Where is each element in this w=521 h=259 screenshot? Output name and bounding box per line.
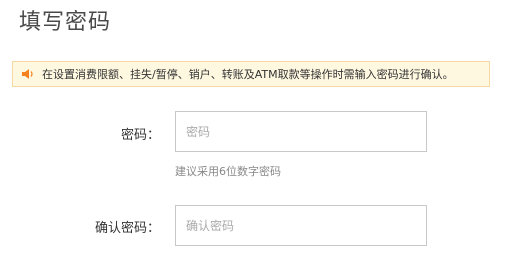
password-label: 密码： [120, 128, 160, 143]
password-hint: 建议采用6位数字密码 [175, 165, 281, 178]
notice-banner: 在设置消费限额、挂失/暂停、销户、转账及ATM取款等操作时需输入密码进行确认。 [12, 61, 490, 87]
speaker-icon [20, 67, 34, 81]
notice-text: 在设置消费限额、挂失/暂停、销户、转账及ATM取款等操作时需输入密码进行确认。 [42, 68, 454, 81]
confirm-password-input[interactable] [175, 205, 427, 246]
confirm-password-label: 确认密码： [94, 221, 160, 236]
password-input[interactable] [175, 111, 427, 152]
page-title: 填写密码 [19, 10, 112, 35]
